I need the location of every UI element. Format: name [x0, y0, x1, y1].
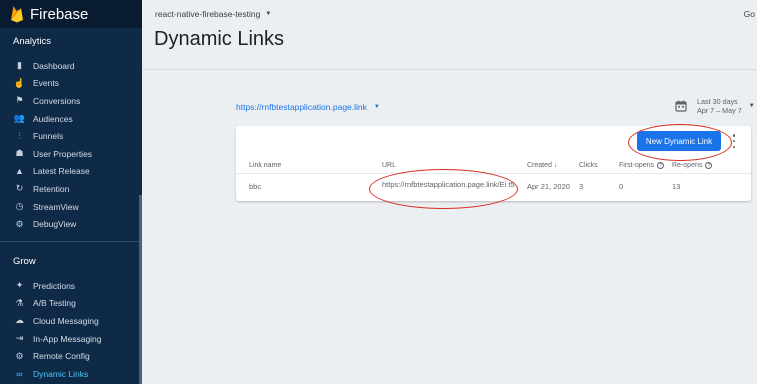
sidebar-item-events[interactable]: ☝ Events [0, 75, 140, 93]
new-dynamic-link-button[interactable]: New Dynamic Link [637, 131, 721, 151]
funnel-icon: ⫶ [18, 130, 21, 141]
more-vert-icon[interactable] [730, 134, 738, 148]
section-grow: Grow [13, 256, 36, 267]
cloud-icon: ☁ [15, 315, 24, 326]
help-icon[interactable]: ? [705, 162, 713, 169]
sidebar-item-conversions[interactable]: ⚑ Conversions [0, 92, 140, 110]
domain-value: https://rnfbtestapplication.page.link [236, 102, 367, 112]
top-bar: react-native-firebase-testing ▼ Go Dynam… [142, 0, 757, 70]
cell-url[interactable]: https://rnfbtestapplication.page.link/Ei… [382, 180, 518, 189]
sidebar-item-cloud-messaging[interactable]: ☁ Cloud Messaging [0, 312, 140, 330]
table-divider [236, 173, 751, 174]
touch-icon: ☝ [13, 77, 26, 88]
sidebar-divider [0, 241, 140, 242]
date-range-value: Apr 7 – May 7 [697, 106, 742, 115]
firebase-logo-icon [11, 6, 23, 23]
sidebar-item-dynamic-links[interactable]: ∞ Dynamic Links [0, 365, 140, 383]
links-card: New Dynamic Link Link name URL Created ↓ … [236, 126, 751, 201]
sidebar-header[interactable]: Firebase [0, 0, 142, 28]
release-icon: ▲ [15, 166, 24, 177]
arrow-down-icon: ↓ [553, 162, 558, 169]
sidebar-item-predictions[interactable]: ✦ Predictions [0, 277, 140, 295]
remote-config-icon: ⚙ [15, 350, 24, 361]
column-header-url: URL [382, 162, 397, 169]
clock-icon: ◷ [15, 201, 24, 212]
sidebar-item-label: Predictions [33, 280, 76, 291]
link-icon: ∞ [16, 368, 23, 379]
retention-icon: ↻ [15, 183, 24, 194]
people-icon: 👥 [13, 113, 26, 124]
sidebar-item-label: Cloud Messaging [33, 315, 99, 326]
debug-icon: ⚙ [15, 218, 24, 229]
caret-down-icon: ▼ [373, 104, 380, 110]
domain-selector[interactable]: https://rnfbtestapplication.page.link ▼ [236, 102, 380, 112]
analytics-nav: ▮ Dashboard ☝ Events ⚑ Conversions 👥 Audiences ⫶… [0, 57, 140, 233]
sidebar-item-label: Remote Config [33, 351, 90, 362]
sidebar-item-streamview[interactable]: ◷ StreamView [0, 198, 140, 216]
app-name: Firebase [30, 5, 89, 23]
date-range-picker[interactable]: Last 30 days Apr 7 – May 7 ▼ [675, 97, 755, 115]
sidebar-item-debugview[interactable]: ⚙ DebugView [0, 215, 140, 233]
magic-wand-icon: ✦ [15, 280, 24, 291]
date-range-label: Last 30 days [697, 97, 738, 106]
sidebar: Firebase Analytics ▮ Dashboard ☝ Events ⚑ Con… [0, 0, 142, 384]
sidebar-item-label: Events [33, 78, 59, 89]
section-analytics: Analytics [13, 36, 52, 47]
page-title: Dynamic Links [154, 28, 285, 50]
help-icon[interactable]: ? [657, 162, 665, 169]
column-header-clicks: Clicks [579, 162, 598, 169]
sidebar-item-funnels[interactable]: ⫶ Funnels [0, 127, 140, 145]
sidebar-item-label: A/B Testing [33, 298, 76, 309]
cell-link-name: bbc [249, 182, 262, 191]
user-properties-icon: ☗ [15, 148, 24, 159]
sidebar-item-latest-release[interactable]: ▲ Latest Release [0, 163, 140, 181]
flask-icon: ⚗ [15, 297, 24, 308]
in-app-icon: ⇥ [15, 333, 24, 344]
sidebar-item-a-b-testing[interactable]: ⚗ A/B Testing [0, 295, 140, 313]
cell-clicks: 3 [579, 182, 584, 191]
caret-down-icon: ▼ [265, 11, 272, 17]
sidebar-item-dashboard[interactable]: ▮ Dashboard [0, 57, 140, 75]
sidebar-item-label: Funnels [33, 131, 64, 142]
project-name: react-native-firebase-testing [155, 9, 261, 19]
project-selector[interactable]: react-native-firebase-testing ▼ [155, 9, 271, 19]
sidebar-item-label: Retention [33, 183, 70, 194]
cell-created: Apr 21, 2020 [527, 182, 570, 191]
goto-link[interactable]: Go [744, 9, 755, 19]
sidebar-item-label: User Properties [33, 148, 93, 159]
sidebar-item-in-app-messaging[interactable]: ⇥ In-App Messaging [0, 330, 140, 348]
sidebar-item-label: Dashboard [33, 60, 75, 71]
sidebar-item-label: Latest Release [33, 166, 90, 177]
sidebar-item-label: Conversions [33, 95, 81, 106]
sidebar-item-label: In-App Messaging [33, 333, 102, 344]
column-header-created[interactable]: Created ↓ [527, 162, 557, 169]
sidebar-item-label: StreamView [33, 201, 79, 212]
sidebar-scrollbar[interactable] [139, 195, 142, 384]
flag-icon: ⚑ [15, 95, 24, 106]
sidebar-item-label: Dynamic Links [33, 368, 89, 379]
sidebar-item-remote-config[interactable]: ⚙ Remote Config [0, 347, 140, 365]
column-header-reopens: Re-opens? [672, 162, 713, 169]
caret-down-icon: ▼ [748, 103, 755, 109]
cell-reopens: 13 [672, 182, 681, 191]
sidebar-item-label: DebugView [33, 219, 77, 230]
bar-chart-icon: ▮ [17, 60, 22, 71]
sidebar-item-audiences[interactable]: 👥 Audiences [0, 110, 140, 128]
sidebar-item-user-properties[interactable]: ☗ User Properties [0, 145, 140, 163]
cell-first-opens: 0 [619, 182, 624, 191]
sidebar-item-label: Audiences [33, 113, 73, 124]
column-header-link-name: Link name [249, 162, 282, 169]
column-header-first-opens: First-opens? [619, 162, 665, 169]
grow-nav: ✦ Predictions ⚗ A/B Testing ☁ Cloud Messaging… [0, 277, 140, 383]
sidebar-item-retention[interactable]: ↻ Retention [0, 180, 140, 198]
calendar-icon [675, 100, 687, 112]
